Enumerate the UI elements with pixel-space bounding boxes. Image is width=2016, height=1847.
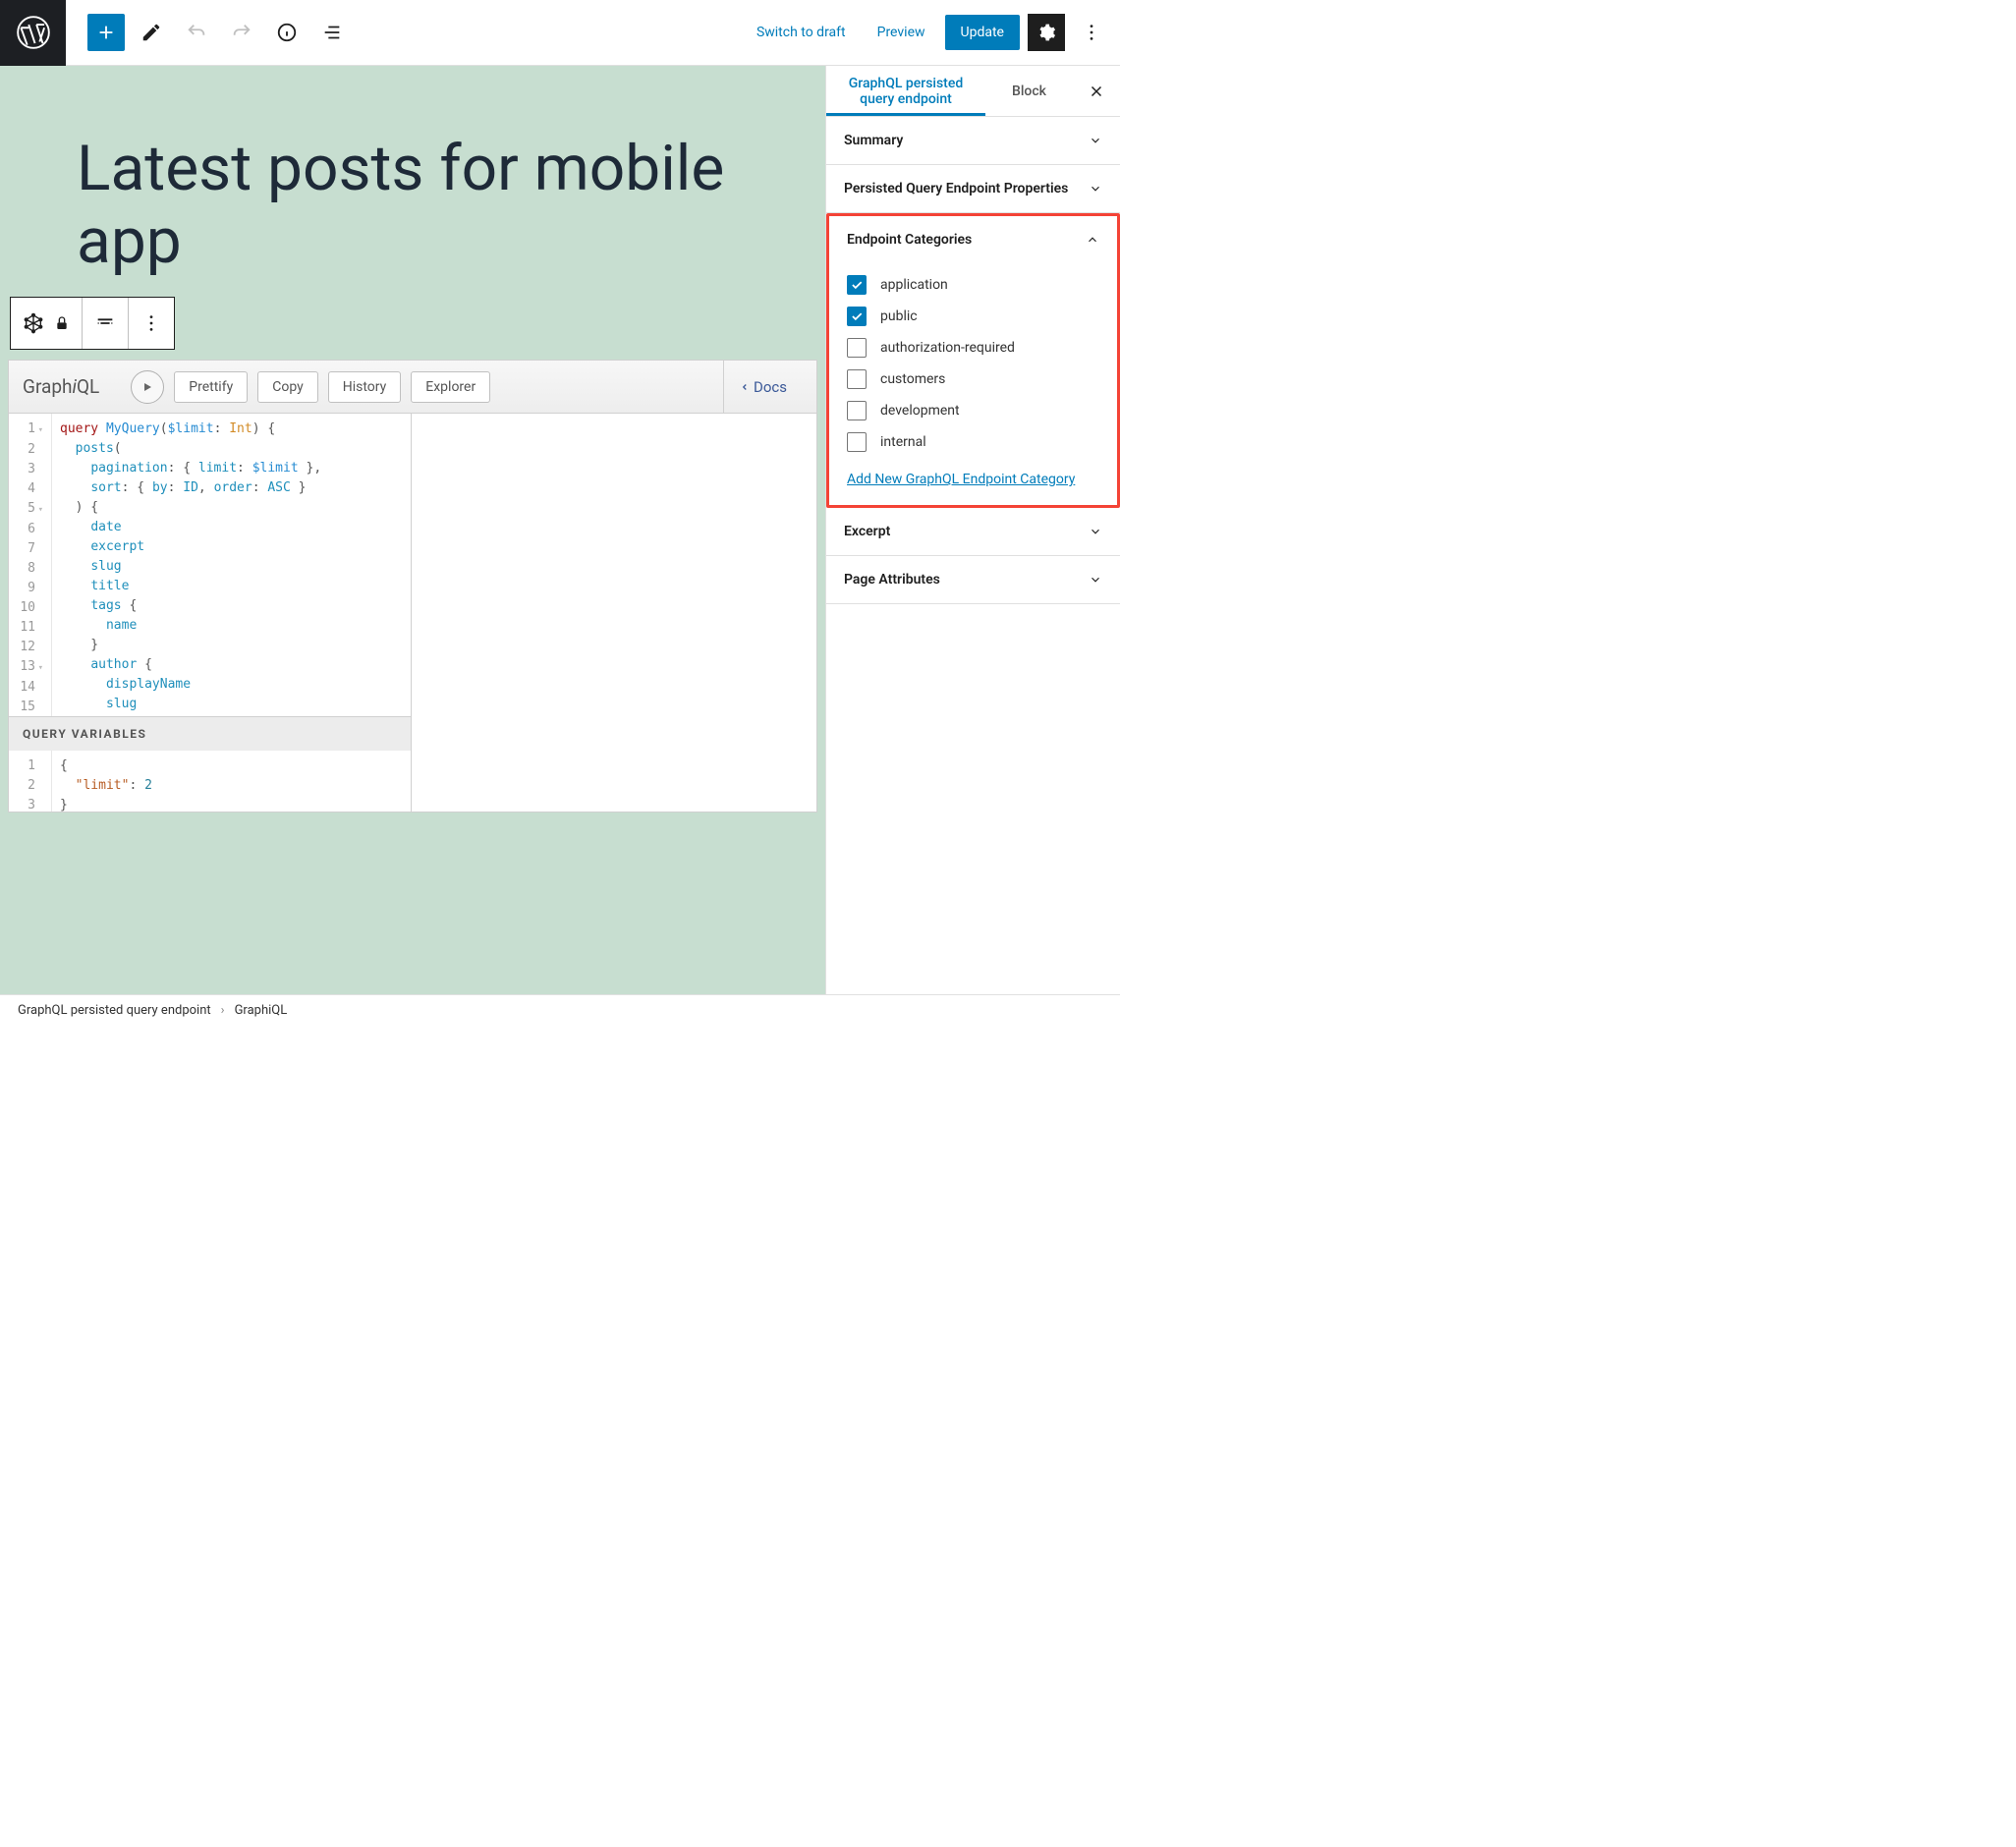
panel-summary: Summary	[826, 117, 1120, 165]
add-block-button[interactable]	[87, 14, 125, 51]
category-label[interactable]: development	[880, 403, 960, 419]
graphiql-block: GraphiQL Prettify Copy History Explorer …	[8, 360, 817, 812]
block-type-cell[interactable]	[11, 298, 83, 349]
list-icon	[321, 22, 343, 43]
block-toolbar	[10, 297, 175, 350]
chevron-left-icon	[740, 380, 750, 394]
align-cell[interactable]	[83, 298, 129, 349]
outline-button[interactable]	[313, 14, 351, 51]
undo-button[interactable]	[178, 14, 215, 51]
top-toolbar: Switch to draft Preview Update	[0, 0, 1120, 66]
tools-button[interactable]	[133, 14, 170, 51]
graphql-icon	[23, 312, 44, 334]
category-label[interactable]: internal	[880, 434, 926, 450]
settings-sidebar: GraphQL persisted query endpoint Block S…	[825, 66, 1120, 994]
play-icon	[141, 381, 153, 393]
more-options-button[interactable]	[1073, 14, 1110, 51]
panel-page-attrs: Page Attributes	[826, 556, 1120, 604]
chevron-down-icon	[1089, 134, 1102, 147]
chevron-down-icon	[1089, 525, 1102, 538]
history-button[interactable]: History	[328, 371, 402, 403]
graphiql-logo: GraphiQL	[23, 375, 99, 398]
block-more-cell[interactable]	[129, 298, 174, 349]
category-row: development	[847, 395, 1099, 426]
update-button[interactable]: Update	[945, 15, 1020, 50]
category-checkbox[interactable]	[847, 275, 867, 295]
query-variables-editor[interactable]: 123 { "limit": 2 }	[9, 751, 411, 812]
lock-icon	[54, 315, 70, 331]
tab-block[interactable]: Block	[985, 66, 1073, 116]
sidebar-tabs: GraphQL persisted query endpoint Block	[826, 66, 1120, 117]
category-checkbox[interactable]	[847, 338, 867, 358]
more-vert-icon	[1081, 22, 1102, 43]
breadcrumb: GraphQL persisted query endpoint › Graph…	[0, 994, 1120, 1026]
switch-to-draft-link[interactable]: Switch to draft	[745, 17, 858, 48]
settings-button[interactable]	[1028, 14, 1065, 51]
panel-categories: Endpoint Categories application public aut…	[826, 213, 1120, 508]
category-checkbox[interactable]	[847, 401, 867, 420]
execute-button[interactable]	[131, 370, 164, 404]
breadcrumb-root[interactable]: GraphQL persisted query endpoint	[18, 1003, 211, 1018]
category-checkbox[interactable]	[847, 307, 867, 326]
category-row: internal	[847, 426, 1099, 458]
category-label[interactable]: customers	[880, 371, 945, 387]
panel-properties: Persisted Query Endpoint Properties	[826, 165, 1120, 213]
breadcrumb-separator: ›	[221, 1003, 225, 1018]
panel-summary-header[interactable]: Summary	[826, 117, 1120, 164]
add-category-link[interactable]: Add New GraphQL Endpoint Category	[847, 472, 1099, 487]
editor-canvas[interactable]: Latest posts for mobile app GraphiQL Pre…	[0, 66, 825, 994]
redo-icon	[231, 22, 252, 43]
toolbar-right: Switch to draft Preview Update	[745, 14, 1120, 51]
info-button[interactable]	[268, 14, 306, 51]
docs-button[interactable]: Docs	[723, 361, 803, 414]
copy-button[interactable]: Copy	[257, 371, 318, 403]
info-icon	[276, 22, 298, 43]
category-label[interactable]: public	[880, 308, 918, 324]
more-vert-icon	[140, 312, 162, 334]
close-sidebar-button[interactable]	[1073, 66, 1120, 116]
category-row: customers	[847, 364, 1099, 395]
panel-categories-header[interactable]: Endpoint Categories	[829, 216, 1117, 263]
query-editor-pane: 1▾2345▾678910111213▾14151617181920 query…	[9, 414, 412, 812]
category-checkbox[interactable]	[847, 369, 867, 389]
tab-endpoint[interactable]: GraphQL persisted query endpoint	[826, 66, 985, 116]
plus-icon	[95, 22, 117, 43]
toolbar-left	[66, 14, 351, 51]
prettify-button[interactable]: Prettify	[174, 371, 248, 403]
panel-excerpt-header[interactable]: Excerpt	[826, 508, 1120, 555]
category-label[interactable]: application	[880, 277, 948, 293]
align-icon	[94, 312, 116, 334]
category-label[interactable]: authorization-required	[880, 340, 1015, 356]
page-title[interactable]: Latest posts for mobile app	[8, 74, 817, 297]
undo-icon	[186, 22, 207, 43]
category-checkbox[interactable]	[847, 432, 867, 452]
wordpress-logo[interactable]	[0, 0, 66, 66]
breadcrumb-current[interactable]: GraphiQL	[235, 1003, 288, 1018]
explorer-button[interactable]: Explorer	[411, 371, 490, 403]
panel-properties-header[interactable]: Persisted Query Endpoint Properties	[826, 165, 1120, 212]
chevron-down-icon	[1089, 182, 1102, 196]
pencil-icon	[140, 22, 162, 43]
query-editor[interactable]: 1▾2345▾678910111213▾14151617181920 query…	[9, 414, 411, 716]
close-icon	[1088, 83, 1105, 100]
category-row: authorization-required	[847, 332, 1099, 364]
chevron-down-icon	[1089, 573, 1102, 587]
query-variables-header[interactable]: QUERY VARIABLES	[9, 716, 411, 751]
redo-button[interactable]	[223, 14, 260, 51]
results-pane	[412, 414, 816, 812]
chevron-up-icon	[1086, 233, 1099, 247]
graphiql-toolbar: GraphiQL Prettify Copy History Explorer …	[9, 361, 816, 414]
category-row: application	[847, 269, 1099, 301]
panel-excerpt: Excerpt	[826, 508, 1120, 556]
preview-link[interactable]: Preview	[866, 17, 937, 48]
category-row: public	[847, 301, 1099, 332]
panel-page-attrs-header[interactable]: Page Attributes	[826, 556, 1120, 603]
gear-icon	[1036, 23, 1056, 42]
